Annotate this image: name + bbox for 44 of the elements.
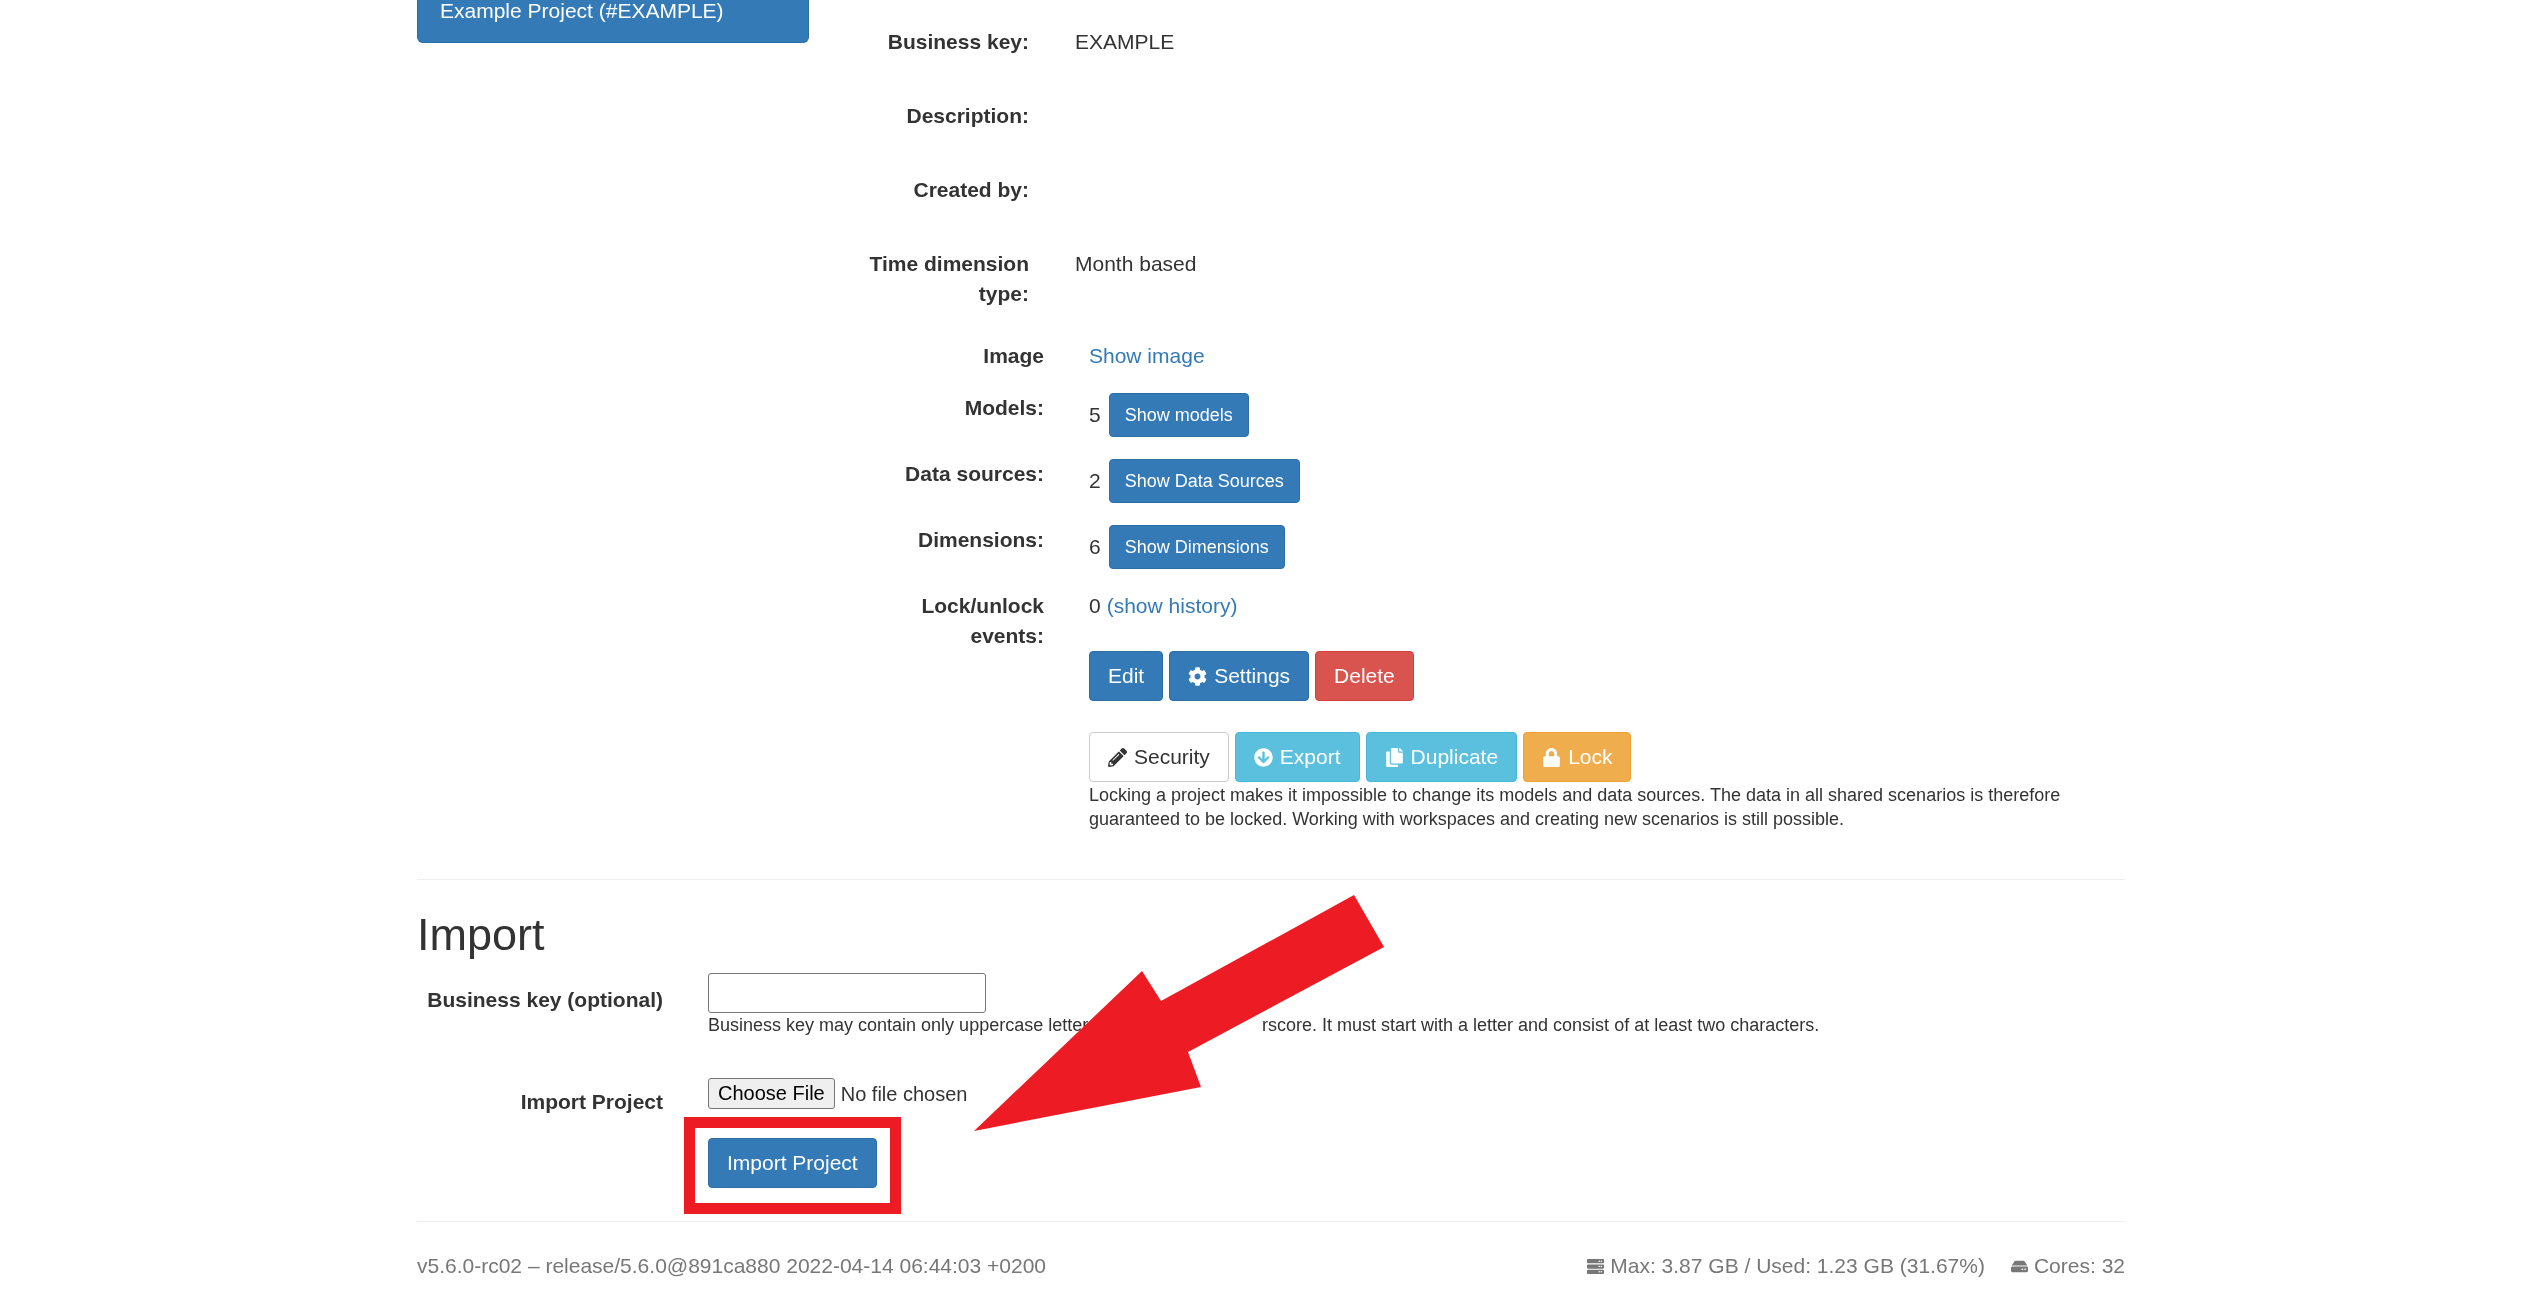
field-label: Description: <box>905 103 1029 129</box>
settings-icon <box>1188 666 1208 686</box>
count-text: 5 <box>1089 402 1101 428</box>
help-text: rscore. It must start with a letter and consist of at least two characters. <box>1262 1014 1820 1037</box>
memory-text: Max: 3.87 GB / Used: 1.23 GB (31.67%) <box>1610 1253 1985 1279</box>
server-icon <box>1587 1257 1605 1275</box>
show-list-button[interactable]: Show Dimensions <box>1108 525 1285 569</box>
help-text: Business key may contain only uppercase letter <box>708 1014 1089 1037</box>
history-link[interactable]: (show history) <box>1106 591 1238 621</box>
delete-button[interactable]: Delete <box>1315 651 1414 701</box>
field-label: Data sources: <box>904 461 1044 487</box>
lock-icon <box>1542 747 1562 767</box>
security-button[interactable]: Security <box>1089 732 1229 782</box>
help-text: Locking a project makes it impossible to change its models and data sources. The data in all shared scenarios is therefore guaranteed to be locked. Working with workspaces and creating new scenarios is still possible. <box>1089 784 2062 831</box>
field-label: Lock/unlock events: <box>920 593 1044 649</box>
edit-button[interactable]: Edit <box>1089 651 1164 701</box>
choose-file-button[interactable]: Choose File <box>708 1078 835 1109</box>
download-icon <box>1253 747 1273 767</box>
field-label: Models: <box>963 395 1044 421</box>
show-list-button[interactable]: Show Data Sources <box>1108 459 1300 503</box>
field-label: Business key: <box>886 29 1029 55</box>
settings-button[interactable]: Settings <box>1169 651 1310 701</box>
section-title: Import <box>417 910 546 960</box>
field-label: Business key (optional) <box>426 987 663 1013</box>
file-status-text: No file chosen <box>840 1081 968 1107</box>
field-value: Month based <box>1075 251 1197 277</box>
count-text: 2 <box>1089 468 1101 494</box>
field-label: Image <box>982 343 1044 369</box>
count-text: 0 <box>1089 593 1101 619</box>
field-value: EXAMPLE <box>1075 29 1175 55</box>
show-image-link[interactable]: Show image <box>1089 341 1205 371</box>
pencil-icon <box>1108 747 1127 767</box>
import-project-button[interactable]: Import Project <box>708 1138 877 1188</box>
business-key-input[interactable] <box>708 973 986 1013</box>
count-text: 6 <box>1089 534 1101 560</box>
project-button[interactable]: Example Project (#EXAMPLE) <box>417 0 809 43</box>
field-label: Dimensions: <box>916 527 1044 553</box>
show-list-button[interactable]: Show models <box>1108 393 1249 437</box>
version-text: v5.6.0-rc02 – release/5.6.0@891ca880 2022-04-14 06:44:03 +0200 <box>417 1253 1047 1279</box>
field-label: Created by: <box>912 177 1029 203</box>
field-label: Import Project <box>519 1089 663 1115</box>
field-label: Time dimension type: <box>868 251 1029 307</box>
copy-icon <box>1384 747 1404 767</box>
cores-text: Cores: 32 <box>2033 1253 2125 1279</box>
